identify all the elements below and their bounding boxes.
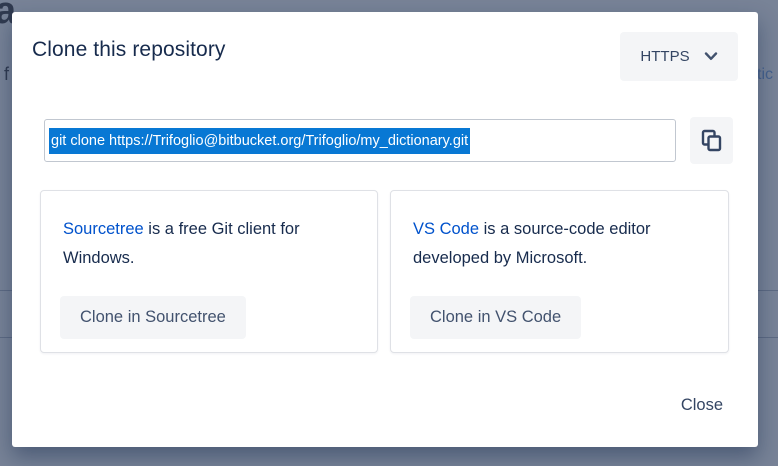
background-text-fragment: f bbox=[4, 64, 9, 85]
chevron-down-icon bbox=[704, 52, 718, 61]
modal-title: Clone this repository bbox=[32, 38, 226, 62]
vscode-description: VS Code is a source-code editor develope… bbox=[413, 215, 710, 273]
vscode-card: VS Code is a source-code editor develope… bbox=[390, 190, 729, 353]
sourcetree-link[interactable]: Sourcetree bbox=[63, 220, 144, 238]
sourcetree-description: Sourcetree is a free Git client for Wind… bbox=[63, 215, 359, 273]
clone-url-selected-text: git clone https://Trifoglio@bitbucket.or… bbox=[49, 128, 470, 154]
clone-in-vscode-button[interactable]: Clone in VS Code bbox=[410, 296, 581, 339]
clone-in-sourcetree-button[interactable]: Clone in Sourcetree bbox=[60, 296, 246, 339]
vscode-link[interactable]: VS Code bbox=[413, 220, 479, 238]
copy-button[interactable] bbox=[690, 117, 733, 164]
background-text-fragment: tic bbox=[757, 66, 773, 84]
copy-icon bbox=[701, 129, 722, 152]
close-button[interactable]: Close bbox=[681, 396, 723, 415]
page-background: a f tic Clone this repository HTTPS git … bbox=[0, 0, 778, 466]
protocol-select[interactable]: HTTPS bbox=[620, 32, 738, 81]
clone-repository-modal: Clone this repository HTTPS git clone ht… bbox=[12, 12, 758, 447]
sourcetree-card: Sourcetree is a free Git client for Wind… bbox=[40, 190, 378, 353]
protocol-select-value: HTTPS bbox=[640, 48, 689, 65]
clone-url-input[interactable]: git clone https://Trifoglio@bitbucket.or… bbox=[44, 119, 676, 162]
